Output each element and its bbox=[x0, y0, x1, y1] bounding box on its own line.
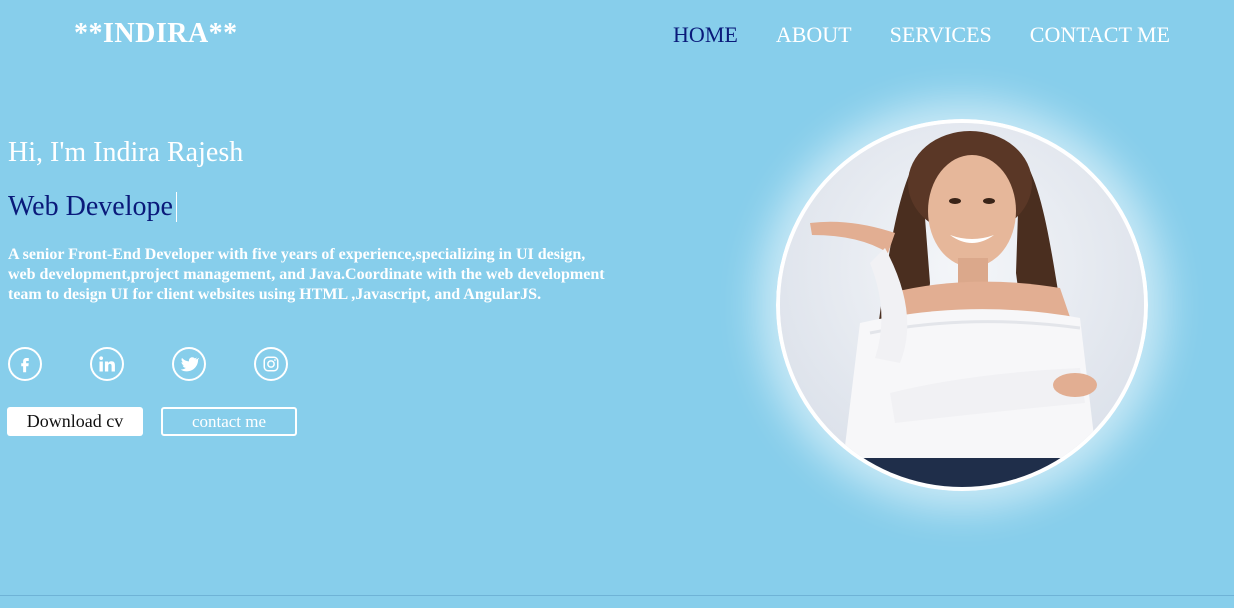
facebook-icon bbox=[21, 358, 29, 373]
download-cv-button[interactable]: Download cv bbox=[7, 407, 143, 436]
twitter-icon bbox=[180, 357, 199, 372]
social-links bbox=[8, 347, 288, 381]
main-nav: HOME ABOUT SERVICES CONTACT ME bbox=[673, 22, 1170, 48]
hero-greeting: Hi, I'm Indira Rajesh bbox=[8, 137, 244, 168]
profile-photo bbox=[776, 119, 1148, 491]
nav-services[interactable]: SERVICES bbox=[890, 22, 992, 48]
contact-me-button[interactable]: contact me bbox=[161, 407, 297, 436]
hero-role: Web Develope bbox=[8, 191, 177, 223]
profile-portrait-image bbox=[780, 123, 1144, 487]
nav-contact-me[interactable]: CONTACT ME bbox=[1030, 22, 1170, 48]
instagram-link[interactable] bbox=[254, 347, 288, 381]
facebook-link[interactable] bbox=[8, 347, 42, 381]
nav-about[interactable]: ABOUT bbox=[776, 22, 852, 48]
twitter-link[interactable] bbox=[172, 347, 206, 381]
site-logo[interactable]: **INDIRA** bbox=[74, 18, 238, 50]
typing-caret bbox=[175, 192, 177, 222]
nav-home[interactable]: HOME bbox=[673, 22, 738, 48]
page: **INDIRA** HOME ABOUT SERVICES CONTACT M… bbox=[0, 0, 1234, 608]
hero-bio: A senior Front-End Developer with five y… bbox=[8, 246, 605, 303]
linkedin-icon bbox=[99, 356, 115, 372]
section-divider bbox=[0, 595, 1234, 596]
role-typed-text: Web Develope bbox=[8, 191, 173, 222]
instagram-icon bbox=[263, 356, 279, 372]
linkedin-link[interactable] bbox=[90, 347, 124, 381]
